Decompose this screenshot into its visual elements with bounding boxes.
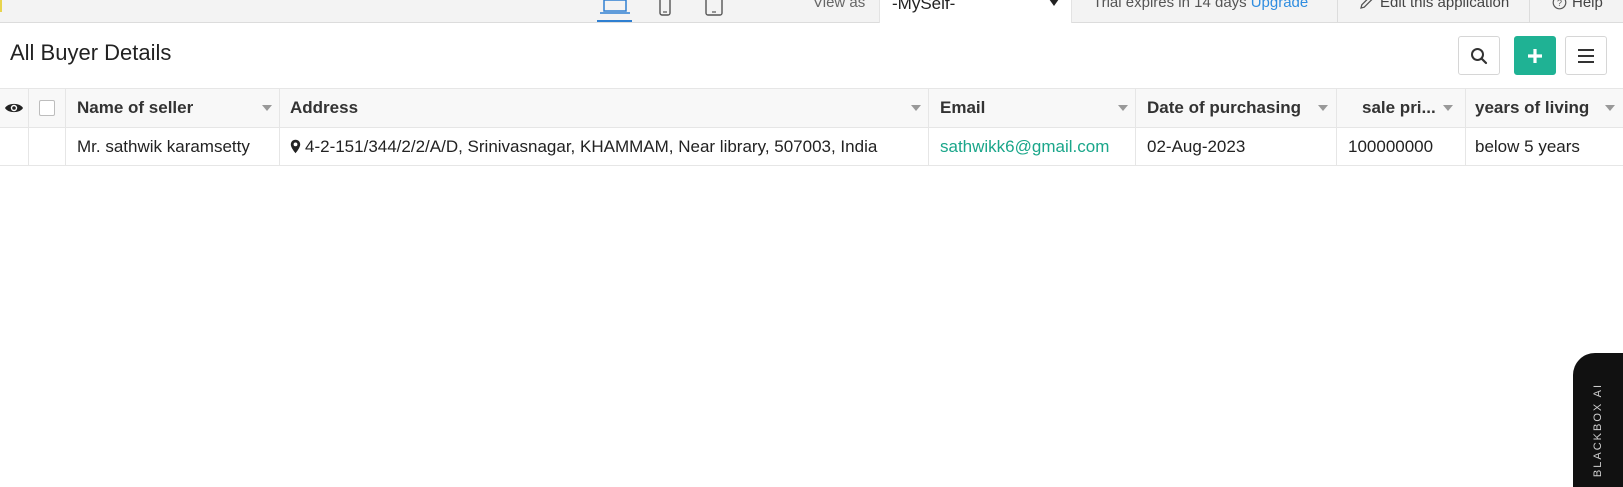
table-row[interactable]: Mr. sathwik karamsetty 4-2-151/344/2/2/A…: [0, 128, 1623, 166]
desktop-icon: [599, 0, 630, 14]
upgrade-link[interactable]: Upgrade: [1251, 0, 1309, 11]
device-desktop-button[interactable]: [597, 0, 632, 22]
device-tablet-button[interactable]: [703, 0, 725, 22]
help-label: Help: [1572, 0, 1603, 11]
cell-email: sathwikk6@gmail.com: [940, 128, 1130, 165]
column-divider: [1135, 89, 1136, 127]
cell-years-of-living: below 5 years: [1475, 136, 1580, 156]
address-text: 4-2-151/344/2/2/A/D, Srinivasnagar, KHAM…: [305, 136, 878, 156]
trial-notice: Trial expires in 14 days Upgrade: [1093, 0, 1308, 11]
column-divider: [28, 128, 29, 165]
column-header-label: sale pri...: [1362, 98, 1436, 117]
eye-icon: [5, 103, 23, 113]
column-header-label: Date of purchasing: [1147, 98, 1301, 117]
column-header-years-of-living[interactable]: years of living: [1475, 89, 1605, 127]
table-header: Name of seller Address Email Date of pur…: [0, 88, 1623, 128]
trial-text: Trial expires in 14 days: [1093, 0, 1247, 11]
column-header-label: years of living: [1475, 98, 1590, 117]
top-bar: View as -MySelf- Trial expires in 14 day…: [0, 0, 1623, 23]
divider: [1337, 0, 1338, 22]
column-divider: [1336, 128, 1337, 165]
edit-application-button[interactable]: Edit this application: [1358, 0, 1509, 11]
column-divider: [1465, 89, 1466, 127]
sort-caret-icon[interactable]: [1318, 105, 1328, 111]
column-header-label: Email: [940, 98, 986, 117]
more-menu-button[interactable]: [1565, 36, 1607, 75]
view-as-dropdown[interactable]: -MySelf-: [879, 0, 1072, 23]
page-title: All Buyer Details: [10, 40, 172, 65]
tablet-icon: [705, 0, 723, 16]
device-mobile-button[interactable]: [655, 0, 675, 22]
view-as-label: View as: [813, 0, 866, 11]
column-divider: [1135, 128, 1136, 165]
column-header-date-of-purchasing[interactable]: Date of purchasing: [1147, 89, 1322, 127]
column-header-email[interactable]: Email: [940, 89, 1100, 127]
column-divider: [928, 128, 929, 165]
sort-caret-icon[interactable]: [1118, 105, 1128, 111]
blackbox-ai-tab-label: BLACKBOX AI: [1592, 382, 1604, 478]
map-pin-icon: [290, 139, 301, 154]
cell-sale-price: 100000000: [1348, 136, 1434, 156]
column-divider: [1465, 128, 1466, 165]
sort-caret-icon[interactable]: [1605, 105, 1615, 111]
column-divider: [1336, 89, 1337, 127]
sort-caret-icon[interactable]: [262, 105, 272, 111]
chevron-down-icon: [1049, 0, 1059, 6]
mobile-icon: [659, 0, 671, 16]
column-header-address[interactable]: Address: [290, 89, 890, 127]
column-header-label: Address: [290, 98, 359, 117]
column-header-name-of-seller[interactable]: Name of seller: [77, 89, 267, 127]
edit-application-label: Edit this application: [1380, 0, 1510, 11]
cell-date-of-purchasing: 02-Aug-2023: [1147, 136, 1246, 156]
sort-caret-icon[interactable]: [1443, 105, 1453, 111]
column-divider: [65, 128, 66, 165]
search-button[interactable]: [1458, 36, 1500, 75]
divider: [1529, 0, 1530, 22]
column-divider: [279, 89, 280, 127]
search-icon: [1471, 47, 1488, 64]
column-divider: [65, 89, 66, 127]
column-visibility-toggle[interactable]: [0, 89, 28, 127]
column-header-sale-price[interactable]: sale pri...: [1362, 89, 1442, 127]
view-as-value: -MySelf-: [892, 0, 956, 13]
sort-caret-icon[interactable]: [911, 105, 921, 111]
accent-strip: [0, 0, 2, 12]
select-all-checkbox[interactable]: [38, 100, 55, 116]
cell-name-of-seller: Mr. sathwik karamsetty: [77, 136, 250, 156]
hamburger-menu-icon: [1578, 48, 1594, 63]
plus-icon: [1528, 48, 1542, 63]
column-divider: [928, 89, 929, 127]
help-button[interactable]: ? Help: [1552, 0, 1603, 11]
pencil-icon: [1360, 0, 1372, 9]
svg-text:?: ?: [1557, 0, 1562, 8]
cell-address: 4-2-151/344/2/2/A/D, Srinivasnagar, KHAM…: [290, 128, 926, 165]
blackbox-ai-tab-label-wrap: BLACKBOX AI: [1590, 380, 1606, 480]
add-record-button[interactable]: [1514, 36, 1556, 75]
column-divider: [279, 128, 280, 165]
help-circle-icon: ?: [1552, 0, 1567, 10]
column-header-label: Name of seller: [77, 98, 194, 117]
email-link[interactable]: sathwikk6@gmail.com: [940, 137, 1109, 157]
select-all-checkbox-cell: [28, 89, 65, 127]
